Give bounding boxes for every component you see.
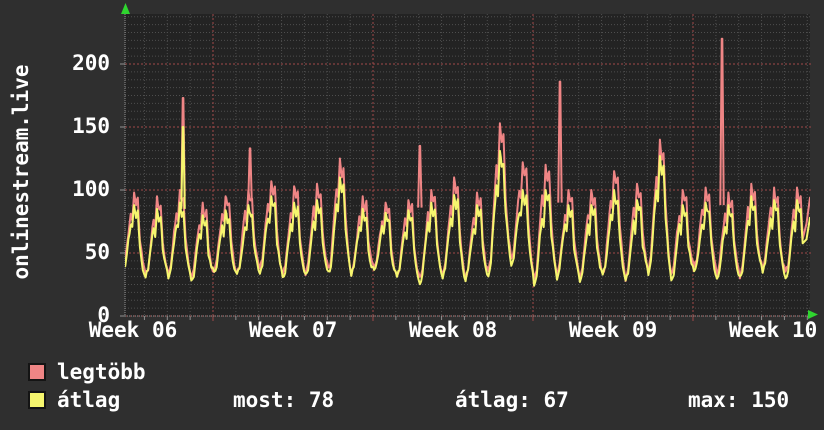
x-axis-label: Week 09 xyxy=(568,318,658,342)
y-axis-label: 150 xyxy=(72,114,110,138)
stat-atlag: átlag: 67 xyxy=(455,388,569,412)
y-axis-label: 50 xyxy=(84,240,110,264)
stat-most: most: 78 xyxy=(233,388,335,412)
legend-label-legtobb: legtöbb xyxy=(57,360,146,384)
y-axis-label: 200 xyxy=(72,51,110,75)
x-axis-label: Week 06 xyxy=(88,318,178,342)
y-axis-label: 100 xyxy=(72,177,110,201)
x-axis-label: Week 10 xyxy=(728,318,818,342)
x-axis-label: Week 07 xyxy=(248,318,338,342)
legend-swatch-atlag xyxy=(28,391,46,409)
stat-max: max: 150 xyxy=(688,388,790,412)
legend-swatch-legtobb xyxy=(28,363,46,381)
x-axis-label: Week 08 xyxy=(408,318,498,342)
graph-container: onlinestream.live 0 50 100 150 200 Week 06 We… xyxy=(0,0,824,430)
legend-label-atlag: átlag xyxy=(57,388,121,412)
